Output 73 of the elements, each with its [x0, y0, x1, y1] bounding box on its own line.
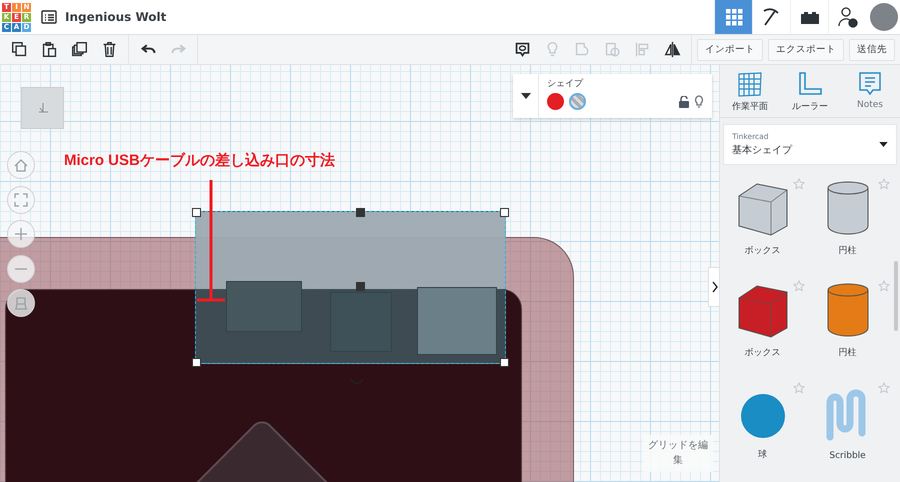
cylinder-icon — [826, 180, 870, 236]
panel-title: シェイプ — [547, 77, 584, 90]
star-icon[interactable] — [793, 178, 806, 190]
tool-button[interactable]: ルーラー — [782, 71, 838, 113]
shape-name: 球 — [758, 448, 768, 461]
annotation-text: Micro USBケーブルの差し込み口の寸法 — [64, 151, 335, 170]
resize-handle[interactable] — [500, 358, 509, 367]
collapse-button[interactable] — [513, 74, 539, 118]
dropdown-value: 基本シェイプ — [732, 144, 794, 157]
ruler-icon — [797, 71, 824, 97]
shape-tile[interactable]: 円柱 — [805, 275, 890, 375]
group-icon — [574, 41, 590, 58]
shape-tile[interactable]: 球 — [720, 377, 806, 477]
perspective-icon — [14, 296, 28, 310]
cube-icon — [736, 182, 789, 236]
axis-icon — [36, 102, 48, 114]
paste-icon — [40, 41, 58, 58]
trash-icon — [100, 41, 118, 58]
cylinder-icon — [826, 282, 870, 338]
star-icon[interactable] — [878, 382, 890, 394]
tool-button[interactable]: 作業平面 — [722, 71, 778, 113]
shape-name: ボックス — [744, 245, 781, 257]
chevron-right-icon — [712, 281, 718, 293]
speech-bubble-icon — [514, 41, 530, 58]
sphere-icon — [738, 392, 787, 440]
resize-handle[interactable] — [356, 208, 365, 217]
shape-tile[interactable]: 円柱 — [805, 173, 890, 273]
ungroup-icon — [604, 41, 620, 58]
caret-icon — [879, 142, 888, 147]
toolbar-text-button[interactable]: インポート — [697, 38, 763, 60]
resize-handle[interactable] — [192, 208, 201, 217]
toolbar-text-button[interactable]: エクスポート — [768, 38, 844, 60]
unlock-icon[interactable] — [679, 96, 689, 108]
shape-name: ボックス — [744, 347, 781, 359]
user-add-icon — [836, 6, 858, 28]
shape-tile[interactable]: Scribble — [805, 377, 890, 477]
grid-icon — [724, 8, 742, 26]
resize-handle[interactable] — [500, 208, 509, 217]
resize-handle[interactable] — [192, 358, 201, 367]
note-icon — [858, 71, 882, 97]
avatar[interactable] — [870, 3, 898, 31]
resize-handle[interactable] — [356, 282, 365, 291]
star-icon[interactable] — [793, 280, 806, 292]
edit-grid-button[interactable]: グリッドを編集 — [643, 435, 713, 472]
solid-color-swatch[interactable] — [547, 93, 564, 110]
shape-tile[interactable]: ボックス — [720, 275, 806, 375]
lightbulb-icon[interactable] — [694, 95, 704, 108]
toolbar-text-button[interactable]: 送信先 — [849, 38, 895, 60]
shape-tile[interactable]: ボックス — [720, 173, 806, 273]
align-icon — [634, 41, 650, 58]
copy-icon — [10, 41, 28, 58]
caret-icon — [520, 93, 530, 99]
shape-name: 円柱 — [838, 244, 857, 257]
scrollbar-thumb — [894, 261, 898, 331]
star-icon[interactable] — [793, 382, 806, 394]
zoom-in-icon — [14, 227, 28, 241]
panel-toggle-button[interactable] — [708, 267, 720, 307]
duplicate-icon — [70, 41, 88, 58]
shape-name: Scribble — [829, 451, 866, 461]
fit-view-icon — [14, 192, 28, 206]
cube-icon — [736, 284, 789, 338]
project-title: Ingenious Wolt — [65, 10, 166, 24]
workplane-icon — [737, 71, 764, 97]
home-icon — [14, 158, 28, 172]
shape-name: 円柱 — [838, 346, 857, 359]
list-icon[interactable] — [41, 10, 57, 24]
mirror-icon — [664, 41, 680, 58]
hole-swatch[interactable] — [569, 93, 586, 110]
brick-icon — [800, 10, 820, 24]
tool-button[interactable]: Notes — [842, 71, 898, 113]
star-icon[interactable] — [878, 280, 890, 292]
star-icon[interactable] — [878, 178, 890, 190]
button-part-shape — [330, 292, 392, 352]
